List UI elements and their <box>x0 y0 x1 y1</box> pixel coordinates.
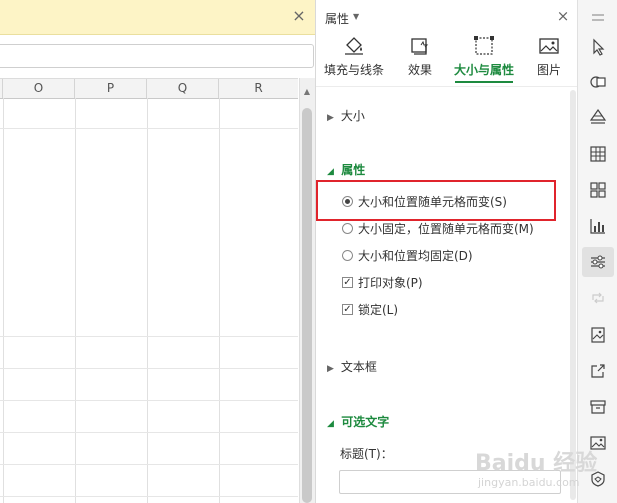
radio-move-no-size[interactable]: 大小固定，位置随单元格而变(M) <box>342 221 534 237</box>
tab-size-and-properties[interactable]: 大小与属性 <box>452 33 516 83</box>
grid-view-button[interactable] <box>582 175 614 205</box>
table-icon <box>590 146 606 162</box>
size-properties-icon <box>474 36 494 55</box>
divider <box>316 86 578 87</box>
checkbox-checked-icon: ✓ <box>342 304 353 315</box>
shapes-button[interactable] <box>582 67 614 97</box>
tab-picture[interactable]: 图片 <box>534 33 564 83</box>
share-icon <box>591 364 605 378</box>
tab-label: 效果 <box>407 63 432 77</box>
section-size-label: 大小 <box>340 109 365 123</box>
column-header-o[interactable]: O <box>3 79 75 98</box>
section-properties-label: 属性 <box>341 163 366 177</box>
column-header: O P Q R <box>0 78 298 99</box>
sliders-icon <box>591 255 605 269</box>
table-button[interactable] <box>582 139 614 169</box>
checkbox-locked[interactable]: ✓ 锁定(L) <box>342 302 398 318</box>
bar-chart-icon <box>590 219 605 234</box>
option-label: 大小固定，位置随单元格而变(M) <box>358 222 534 236</box>
archive-button[interactable] <box>582 392 614 422</box>
archive-icon <box>590 400 606 414</box>
fill-bucket-icon <box>345 37 363 55</box>
watermark-url: jingyan.baidu.com <box>478 476 580 489</box>
close-icon[interactable]: × <box>291 8 307 24</box>
radio-icon <box>342 223 353 234</box>
chevron-down-icon[interactable]: ▼ <box>353 12 359 21</box>
right-toolbar <box>577 0 617 503</box>
spreadsheet-area: × O P Q R ▲ <box>0 0 315 503</box>
formula-input[interactable] <box>0 44 314 68</box>
active-tab-indicator <box>455 81 513 83</box>
effects-icon <box>411 38 429 55</box>
hamburger-icon <box>592 14 604 21</box>
scrollbar-thumb[interactable] <box>302 108 312 503</box>
section-alt-text[interactable]: ◢ 可选文字 <box>327 413 389 430</box>
column-header-q[interactable]: Q <box>147 79 219 98</box>
scroll-up-icon[interactable]: ▲ <box>301 86 313 98</box>
styles-button[interactable] <box>582 102 614 132</box>
shapes-icon <box>590 76 606 88</box>
chart-button[interactable] <box>582 211 614 241</box>
refresh-icon <box>592 292 604 304</box>
close-pane-icon[interactable]: × <box>556 9 570 24</box>
sync-button[interactable] <box>582 283 614 313</box>
pane-scrollbar[interactable] <box>570 90 576 500</box>
option-label: 打印对象(P) <box>358 276 423 290</box>
menu-button[interactable] <box>582 3 614 33</box>
tab-label: 大小与属性 <box>453 63 514 77</box>
notice-bar: × <box>0 0 315 35</box>
tab-effects[interactable]: 效果 <box>402 33 438 83</box>
chevron-right-icon: ▶ <box>327 113 334 123</box>
property-pane: 属性 ▼ × 填充与线条 效果 大小与属性 图片 ▶ 大小 ◢ 属性 大小和位置… <box>315 0 578 503</box>
select-tool-button[interactable] <box>582 32 614 62</box>
section-properties[interactable]: ◢ 属性 <box>327 161 365 178</box>
section-alt-text-label: 可选文字 <box>341 415 390 429</box>
radio-selected-icon <box>342 196 353 207</box>
section-size[interactable]: ▶ 大小 <box>327 107 365 124</box>
image-library-button[interactable] <box>582 320 614 350</box>
checkbox-print-object[interactable]: ✓ 打印对象(P) <box>342 275 423 291</box>
section-textbox[interactable]: ▶ 文本框 <box>327 358 377 375</box>
properties-button[interactable] <box>582 247 614 277</box>
picture-icon <box>539 38 559 54</box>
column-header-r[interactable]: R <box>219 79 298 98</box>
chevron-right-icon: ▶ <box>327 364 334 374</box>
image-library-icon <box>591 327 605 343</box>
title-field-label: 标题(T)： <box>340 447 393 461</box>
radio-icon <box>342 250 353 261</box>
cell-grid[interactable] <box>0 98 298 503</box>
chevron-down-icon: ◢ <box>327 167 334 177</box>
section-textbox-label: 文本框 <box>340 360 377 374</box>
checkbox-checked-icon: ✓ <box>342 277 353 288</box>
share-button[interactable] <box>582 356 614 386</box>
tab-label: 图片 <box>536 63 561 77</box>
watermark-brand: Baidu 经验 <box>475 451 598 476</box>
radio-move-and-size[interactable]: 大小和位置随单元格而变(S) <box>342 194 507 210</box>
column-header-p[interactable]: P <box>75 79 147 98</box>
cursor-arrow-icon <box>593 38 605 56</box>
grid-view-icon <box>590 182 606 198</box>
radio-fixed[interactable]: 大小和位置均固定(D) <box>342 248 473 264</box>
option-label: 大小和位置随单元格而变(S) <box>358 195 507 209</box>
styles-icon <box>589 108 607 124</box>
pane-title[interactable]: 属性 <box>325 10 349 27</box>
option-label: 锁定(L) <box>358 303 399 317</box>
option-label: 大小和位置均固定(D) <box>358 249 473 263</box>
tab-fill-and-line[interactable]: 填充与线条 <box>322 33 386 83</box>
tab-label: 填充与线条 <box>323 63 384 77</box>
chevron-down-icon: ◢ <box>327 419 334 429</box>
